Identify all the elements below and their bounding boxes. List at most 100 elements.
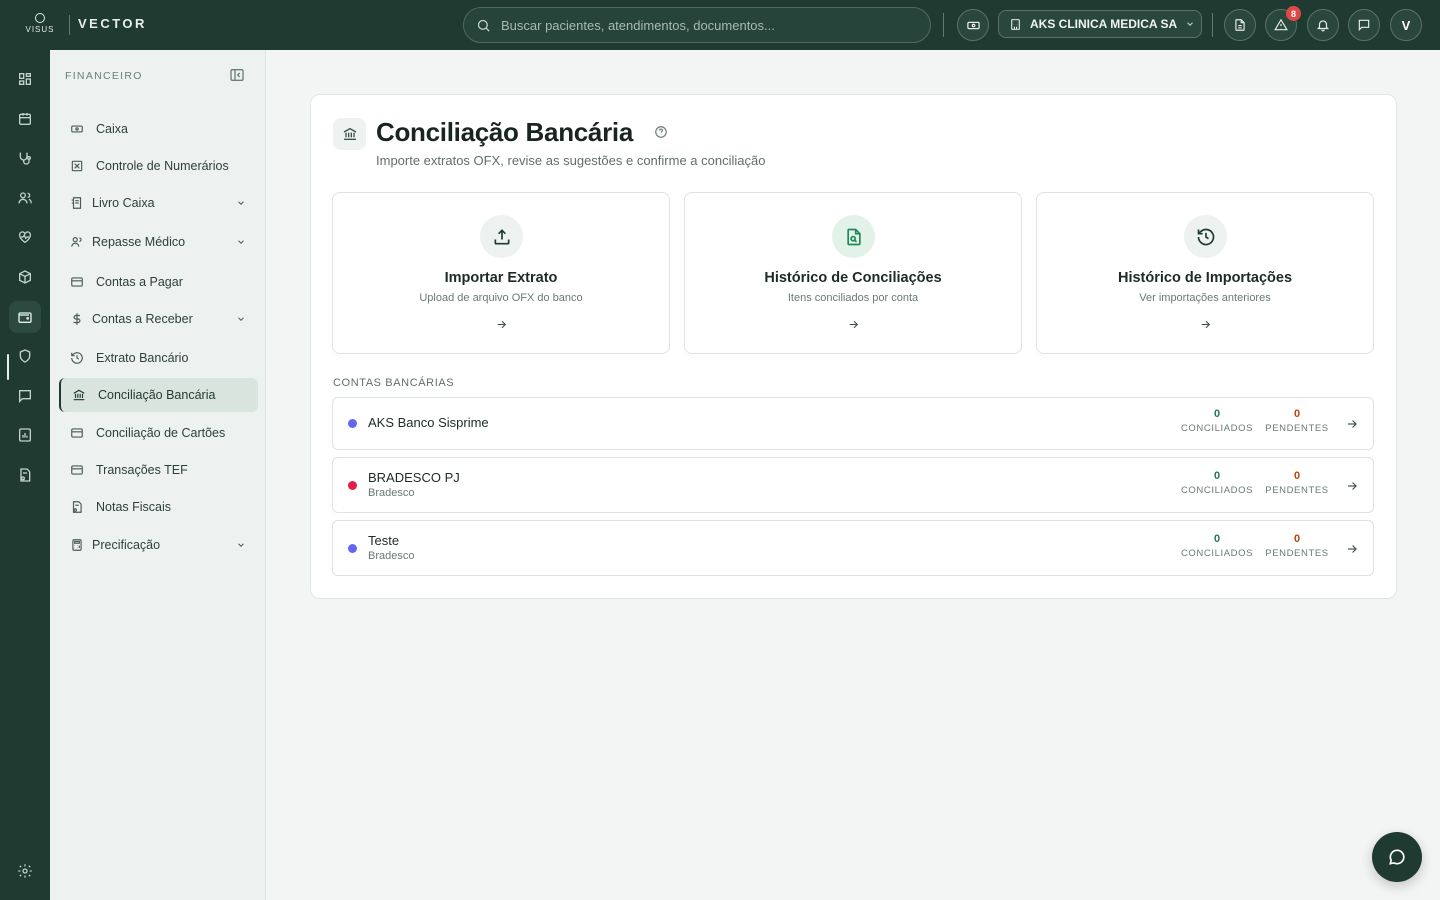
sidebar-item-conciliacao-bancaria[interactable]: Conciliação Bancária (59, 378, 258, 412)
heart-pulse-icon (19, 231, 31, 244)
arrow-right-icon (497, 320, 507, 329)
rail-relatorios[interactable] (9, 419, 41, 451)
sidebar-item-repasse-medico[interactable]: Repasse Médico (59, 225, 258, 259)
sidebar-item-label: Precificação (92, 538, 161, 552)
brand-name: VECTOR (78, 16, 147, 31)
sidebar-item-transacoes-tef[interactable]: Transações TEF (59, 453, 258, 487)
warning-icon (1274, 18, 1288, 31)
bank-icon (343, 127, 356, 140)
action-title: Importar Extrato (444, 270, 558, 286)
logo-text: VISUS (25, 25, 55, 34)
import-extrato-card[interactable]: Importar Extrato Upload de arquivo OFX d… (332, 192, 670, 354)
logo-ring-icon (35, 13, 45, 23)
arrow-right-icon (1347, 482, 1357, 490)
bank-account-row[interactable]: Teste Bradesco 0 CONCILIADOS 0 PENDENTES (332, 520, 1374, 576)
action-subtitle: Upload de arquivo OFX do banco (419, 292, 583, 304)
file-search-icon (846, 228, 861, 245)
sidebar-title: FINANCEIRO (65, 70, 143, 82)
account-name: BRADESCO PJ (368, 470, 460, 485)
sidebar-item-notas-fiscais[interactable]: Notas Fiscais (59, 490, 258, 524)
account-name: Teste (368, 533, 400, 548)
sidebar-item-contas-receber[interactable]: Contas a Receber (59, 302, 258, 336)
chat-bubble-icon (1389, 849, 1405, 865)
grid-icon (18, 73, 31, 85)
action-icon-circle (480, 215, 523, 258)
conciliados-label: CONCILIADOS (1180, 548, 1254, 559)
user-avatar[interactable]: V (1390, 9, 1422, 41)
alerts-button[interactable]: 8 (1265, 6, 1301, 41)
chevron-down-icon (1187, 22, 1193, 26)
sidebar-item-controle-numerarios[interactable]: Controle de Numerários (59, 149, 258, 183)
ledger-icon (71, 197, 82, 209)
documents-button[interactable] (1224, 9, 1256, 41)
users-icon (18, 192, 32, 204)
global-search[interactable] (463, 7, 931, 43)
rail-dashboard[interactable] (9, 63, 41, 95)
rail-atendimento[interactable] (9, 142, 41, 174)
bank-account-row[interactable]: BRADESCO PJ Bradesco 0 CONCILIADOS 0 PEN… (332, 457, 1374, 513)
notifications-button[interactable] (1307, 9, 1339, 41)
sidebar-item-extrato-bancario[interactable]: Extrato Bancário (59, 341, 258, 375)
page-title-icon (333, 118, 366, 150)
conciliados-stat: 0 CONCILIADOS (1177, 470, 1257, 496)
card-icon (71, 428, 83, 438)
historico-conciliacoes-card[interactable]: Histórico de Conciliações Itens concilia… (684, 192, 1022, 354)
sidebar-item-label: Notas Fiscais (96, 500, 172, 514)
page-subtitle: Importe extratos OFX, revise as sugestõe… (376, 153, 766, 168)
action-title: Histórico de Importações (1117, 270, 1293, 286)
upload-icon (494, 228, 509, 244)
company-selector[interactable]: AKS CLINICA MEDICA SA (998, 10, 1202, 38)
action-icon-circle (832, 215, 875, 258)
pendentes-stat: 0 PENDENTES (1257, 470, 1337, 496)
alerts-badge: 8 (1286, 6, 1301, 21)
sidebar-item-conciliacao-cartoes[interactable]: Conciliação de Cartões (59, 416, 258, 450)
account-bank: Bradesco (368, 550, 415, 562)
help-icon[interactable] (654, 125, 668, 139)
cash-icon (966, 21, 980, 29)
conciliados-label: CONCILIADOS (1180, 423, 1254, 434)
invoice-icon (20, 468, 31, 482)
card-icon (71, 277, 83, 287)
messages-button[interactable] (1348, 9, 1380, 41)
sidebar-item-label: Caixa (96, 122, 128, 136)
chevron-down-icon (238, 317, 244, 321)
rail-pacientes[interactable] (9, 182, 41, 214)
wallet-icon (18, 312, 32, 323)
chevron-down-icon (238, 201, 244, 205)
dollar-icon (73, 313, 81, 325)
bank-account-row[interactable]: AKS Banco Sisprime 0 CONCILIADOS 0 PENDE… (332, 397, 1374, 450)
conciliados-count: 0 (1213, 408, 1221, 420)
history-icon (1197, 228, 1214, 245)
account-bank: Bradesco (368, 487, 415, 499)
conciliados-count: 0 (1213, 470, 1221, 482)
gear-icon (18, 864, 32, 878)
message-icon (19, 390, 31, 403)
sidebar-item-precificacao[interactable]: Precificação (59, 528, 258, 562)
sidebar-item-label: Controle de Numerários (96, 159, 229, 173)
pendentes-label: PENDENTES (1265, 548, 1329, 559)
cash-register-button[interactable] (957, 9, 989, 41)
sidebar-item-caixa[interactable]: Caixa (59, 112, 258, 146)
visus-logo[interactable]: VISUS (22, 13, 58, 37)
pendentes-count: 0 (1293, 408, 1301, 420)
rail-faturamento[interactable] (9, 459, 41, 491)
rail-settings[interactable] (9, 855, 41, 887)
sidebar-collapse-icon[interactable] (229, 67, 245, 83)
sidebar-item-contas-pagar[interactable]: Contas a Pagar (59, 265, 258, 299)
historico-importacoes-card[interactable]: Histórico de Importações Ver importações… (1036, 192, 1374, 354)
support-chat-button[interactable] (1372, 832, 1422, 882)
rail-agenda[interactable] (9, 103, 41, 135)
rail-seguranca[interactable] (9, 340, 41, 372)
rail-mensagens[interactable] (9, 380, 41, 412)
conciliados-stat: 0 CONCILIADOS (1177, 533, 1257, 559)
bell-icon (1316, 20, 1330, 32)
search-input[interactable] (501, 17, 901, 33)
action-title: Histórico de Conciliações (764, 270, 942, 286)
rail-financeiro[interactable] (9, 301, 41, 333)
top-bar: VISUS VECTOR AKS CLINICA MEDICA SA 8 V (0, 0, 1440, 50)
sidebar-item-livro-caixa[interactable]: Livro Caixa (59, 186, 258, 220)
shield-icon (19, 349, 31, 363)
rail-estoque[interactable] (9, 261, 41, 293)
users-icon (71, 237, 82, 247)
rail-saude[interactable] (9, 221, 41, 253)
